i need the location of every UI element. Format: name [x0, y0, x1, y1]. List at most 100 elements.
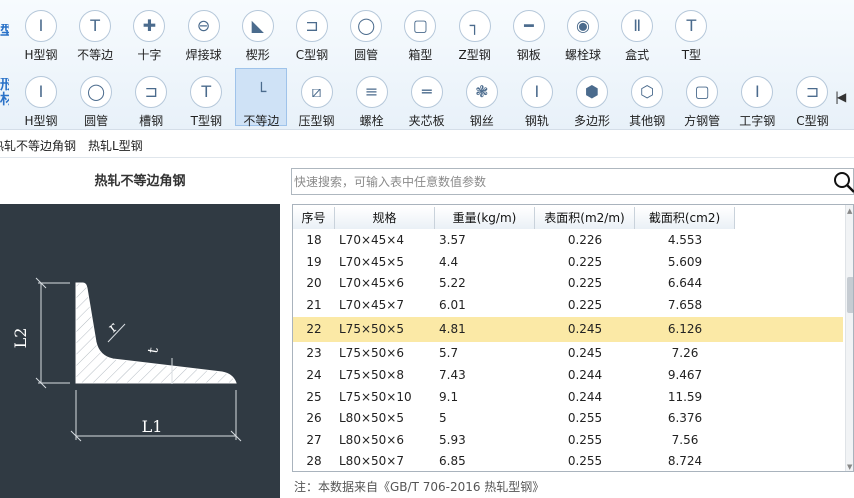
table-row[interactable]: 18 L70×45×4 3.57 0.226 4.553: [293, 230, 843, 251]
shape-button-T-section[interactable]: T T型: [665, 2, 717, 62]
table-cell: 5.7: [439, 346, 459, 361]
other-steel-icon: ⬡: [631, 76, 664, 108]
table-cell: L75×50×8: [339, 368, 404, 382]
shape-button-label: 其他钢: [629, 114, 666, 128]
shape-button-other-steel[interactable]: ⬡ 其他钢: [621, 68, 673, 128]
table-cell: 22: [306, 322, 322, 337]
shape-button-sandwich-panel[interactable]: ═ 夹芯板: [401, 68, 453, 128]
shape-button-I-beam[interactable]: I 工字钢: [731, 68, 783, 128]
shape-button-rail[interactable]: I 钢轨: [511, 68, 563, 128]
bolt-icon: ≡: [355, 76, 388, 108]
shape-button-wedge[interactable]: ◣ 楔形: [232, 2, 284, 62]
shape-button-box-style[interactable]: Ⅱ 盒式: [611, 2, 663, 62]
shape-button-label: 不等边: [243, 114, 280, 128]
column-header-weight[interactable]: 重量(kg/m): [435, 207, 535, 229]
table-cell: L70×45×4: [339, 233, 404, 247]
shape-button-label: 方钢管: [684, 114, 721, 128]
table-cell: L75×50×10: [339, 389, 412, 404]
column-header-index[interactable]: 序号: [293, 207, 335, 229]
shape-button-label: 圆管: [354, 48, 379, 62]
table-cell: 0.225: [567, 254, 603, 269]
table-cell: 6.01: [439, 297, 466, 312]
scroll-down-icon[interactable]: ▼: [847, 463, 852, 471]
box-style-icon: Ⅱ: [621, 10, 654, 42]
table-row[interactable]: 24 L75×50×8 7.43 0.244 9.467: [293, 365, 843, 386]
shape-button-H-beam[interactable]: I H型钢: [15, 2, 67, 62]
shape-button-H-beam[interactable]: I H型钢: [15, 68, 67, 128]
shape-button-corrugated[interactable]: ⧄ 压型钢: [291, 68, 343, 128]
search-icon[interactable]: [832, 170, 854, 194]
table-cell: 26: [306, 411, 322, 426]
shape-button-C-channel[interactable]: ⊐ C型钢: [286, 2, 338, 62]
shape-button-weld-ball[interactable]: ⊖ 焊接球: [178, 2, 230, 62]
shape-button-bolt[interactable]: ≡ 螺栓: [346, 68, 398, 128]
shape-button-plate[interactable]: ━ 钢板: [503, 2, 555, 62]
table-cell: L80×50×7: [339, 454, 404, 469]
plate-icon: ━: [512, 10, 545, 42]
scrollbar-thumb[interactable]: [847, 277, 853, 313]
table-cell: 3.57: [439, 233, 466, 247]
table-row[interactable]: 27 L80×50×6 5.93 0.255 7.56: [293, 430, 843, 451]
shape-button-C-steel[interactable]: ⊐ C型钢: [786, 68, 838, 128]
shape-button-T[interactable]: T 不等边: [69, 2, 121, 62]
table-cell: 7.658: [667, 297, 703, 312]
shape-button-polygon[interactable]: ⬢ 多边形: [566, 68, 618, 128]
table-cell: 0.245: [567, 322, 603, 337]
angle-section-diagram: L2 L1 r t: [0, 204, 280, 498]
table-row[interactable]: 22 L75×50×5 4.81 0.245 6.126: [293, 317, 843, 343]
shape-button-box[interactable]: ▢ 箱型: [394, 2, 446, 62]
shape-button-round-tube[interactable]: ◯ 圆管: [70, 68, 122, 128]
search-box: [291, 168, 854, 195]
shape-button-bolt-ball[interactable]: ◉ 螺栓球: [557, 2, 609, 62]
table-scrollbar[interactable]: ▲ ▼: [845, 205, 853, 471]
table-cell: 21: [306, 297, 322, 312]
table-cell: 5: [439, 411, 447, 426]
C-steel-icon: ⊐: [796, 76, 829, 108]
column-header-surface-area[interactable]: 表面积(m2/m): [535, 207, 635, 229]
column-header-spec[interactable]: 规格: [335, 207, 435, 229]
table-row[interactable]: 20 L70×45×6 5.22 0.225 6.644: [293, 273, 843, 294]
ribbon-scroll-left-icon[interactable]: |◀: [835, 90, 846, 104]
table-row[interactable]: 19 L70×45×5 4.4 0.225 5.609: [293, 252, 843, 273]
shape-button-wire[interactable]: ❃ 钢丝: [456, 68, 508, 128]
table-row[interactable]: 28 L80×50×7 6.85 0.255 8.724: [293, 451, 843, 471]
search-input[interactable]: [292, 169, 812, 194]
shape-button-T-steel[interactable]: T T型钢: [180, 68, 232, 128]
table-row[interactable]: 21 L70×45×7 6.01 0.225 7.658: [293, 295, 843, 316]
polygon-icon: ⬢: [576, 76, 608, 108]
bolt-ball-icon: ◉: [567, 10, 599, 42]
table-row[interactable]: 25 L75×50×10 9.1 0.244 11.59: [293, 387, 843, 408]
scroll-up-icon[interactable]: ▲: [847, 207, 852, 215]
shape-button-label: 圆管: [84, 114, 109, 128]
subtab-unequal-angle[interactable]: 热轧不等边角钢: [0, 137, 76, 154]
shape-button-label: 螺栓: [359, 114, 384, 128]
subtab-bar: 热轧不等边角钢 热轧L型钢: [0, 132, 854, 158]
table-cell: 7.26: [671, 346, 699, 361]
shape-button-round-tube[interactable]: ◯ 圆管: [340, 2, 392, 62]
shape-button-label: 焊接球: [185, 48, 222, 62]
table-cell: L70×45×6: [339, 276, 404, 291]
cross-icon: ✚: [133, 10, 166, 42]
box-icon: ▢: [404, 10, 437, 42]
table-cell: L80×50×5: [339, 411, 404, 426]
wire-icon: ❃: [465, 76, 498, 108]
table-cell: 11.59: [667, 389, 703, 404]
column-header-section-area[interactable]: 截面积(cm2): [635, 207, 735, 229]
shape-button-Z-section[interactable]: ┐ Z型钢: [449, 2, 501, 62]
table-row[interactable]: 26 L80×50×5 5 0.255 6.376: [293, 408, 843, 429]
shape-button-cross[interactable]: ✚ 十字: [123, 2, 175, 62]
table-row[interactable]: 23 L75×50×6 5.7 0.245 7.26: [293, 343, 843, 364]
shape-button-label: H型钢: [24, 114, 58, 128]
shape-button-label: 钢轨: [524, 114, 549, 128]
shape-button-label: 钢丝: [469, 114, 494, 128]
shape-button-channel[interactable]: ⊐ 槽钢: [125, 68, 177, 128]
shape-button-square-tube[interactable]: ▢ 方钢管: [676, 68, 728, 128]
subtab-L-steel[interactable]: 热轧L型钢: [88, 137, 143, 154]
table-cell: L80×50×6: [339, 432, 404, 447]
shape-button-label: 不等边: [77, 48, 114, 62]
section-title: 热轧不等边角钢: [94, 174, 186, 189]
shape-button-label: 压型钢: [298, 114, 335, 128]
table-cell: 6.85: [439, 454, 466, 469]
table-cell: 0.255: [567, 454, 603, 469]
shape-button-unequal-angle[interactable]: └ 不等边: [235, 68, 288, 128]
